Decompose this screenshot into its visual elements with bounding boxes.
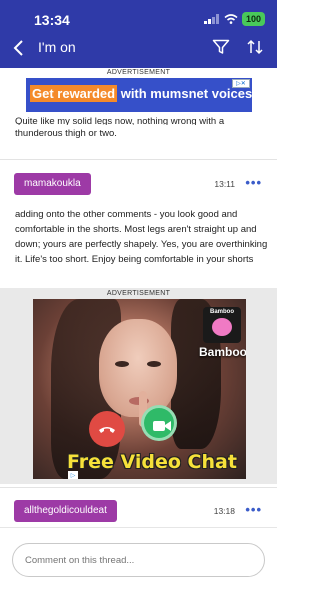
thread-title: I'm on — [38, 39, 76, 55]
ad-highlight-text: Get rewarded — [30, 85, 118, 102]
app-header: 13:34 100 I'm on — [0, 0, 277, 68]
filter-icon[interactable] — [212, 39, 230, 55]
previous-post-body: Quite like my solid legs now, nothing wr… — [15, 116, 265, 144]
username-badge[interactable]: mamakoukla — [14, 173, 91, 195]
previous-post-line2: thunderous thigh or two. — [15, 128, 117, 139]
ad-cta-text: Free Video Chat — [67, 451, 237, 473]
nav-bar: I'm on — [0, 36, 277, 62]
ad-video[interactable]: Bamboo Bamboo Free Video Chat ▷ — [33, 299, 246, 479]
bamboo-logo: Bamboo — [203, 307, 241, 343]
more-options-icon[interactable]: ••• — [245, 502, 262, 517]
status-bar: 13:34 100 — [0, 0, 277, 38]
ad-banner-text: Get rewarded with mumsnet voices — [30, 85, 253, 102]
post-body: adding onto the other comments - you loo… — [15, 209, 268, 265]
video-advertisement: ADVERTISEMENT Bamboo Bamboo Free Video C… — [0, 288, 277, 484]
decline-call-icon — [89, 411, 125, 447]
status-indicators: 100 — [203, 12, 265, 26]
ad-rest-text: with mumsnet voices — [117, 86, 253, 101]
ad-banner[interactable]: Get rewarded with mumsnet voices ▷✕ — [26, 78, 252, 112]
chevron-left-icon[interactable] — [11, 38, 27, 58]
comment-bar — [0, 527, 277, 600]
ad-brand-name: Bamboo — [199, 345, 246, 359]
previous-post-line1: Quite like my solid legs now, nothing wr… — [15, 116, 225, 125]
post-timestamp: 13:11 — [214, 179, 235, 189]
adchoices-icon[interactable]: ▷✕ — [232, 79, 250, 88]
video-camera-icon — [141, 405, 177, 441]
adchoices-icon[interactable]: ▷ — [68, 471, 78, 479]
username-badge[interactable]: allthegoldicouldeat — [14, 500, 117, 522]
ad-image-face — [99, 319, 177, 427]
bamboo-logo-text: Bamboo — [210, 309, 234, 315]
post-header: mamakoukla 13:11 ••• — [0, 173, 277, 197]
sort-arrows-icon[interactable] — [246, 38, 264, 56]
post-header: allthegoldicouldeat 13:18 ••• — [0, 500, 277, 524]
top-advertisement: ADVERTISEMENT Get rewarded with mumsnet … — [0, 68, 277, 116]
post-timestamp: 13:18 — [213, 506, 235, 516]
ad-label: ADVERTISEMENT — [106, 290, 171, 297]
post-divider — [0, 487, 277, 488]
post-divider — [0, 159, 277, 160]
status-time: 13:34 — [34, 12, 70, 28]
signal-icon — [203, 14, 219, 24]
battery-indicator: 100 — [241, 12, 265, 26]
wifi-icon — [224, 14, 238, 24]
more-options-icon[interactable]: ••• — [245, 175, 262, 190]
ad-label: ADVERTISEMENT — [106, 69, 171, 76]
comment-input[interactable] — [12, 543, 265, 577]
